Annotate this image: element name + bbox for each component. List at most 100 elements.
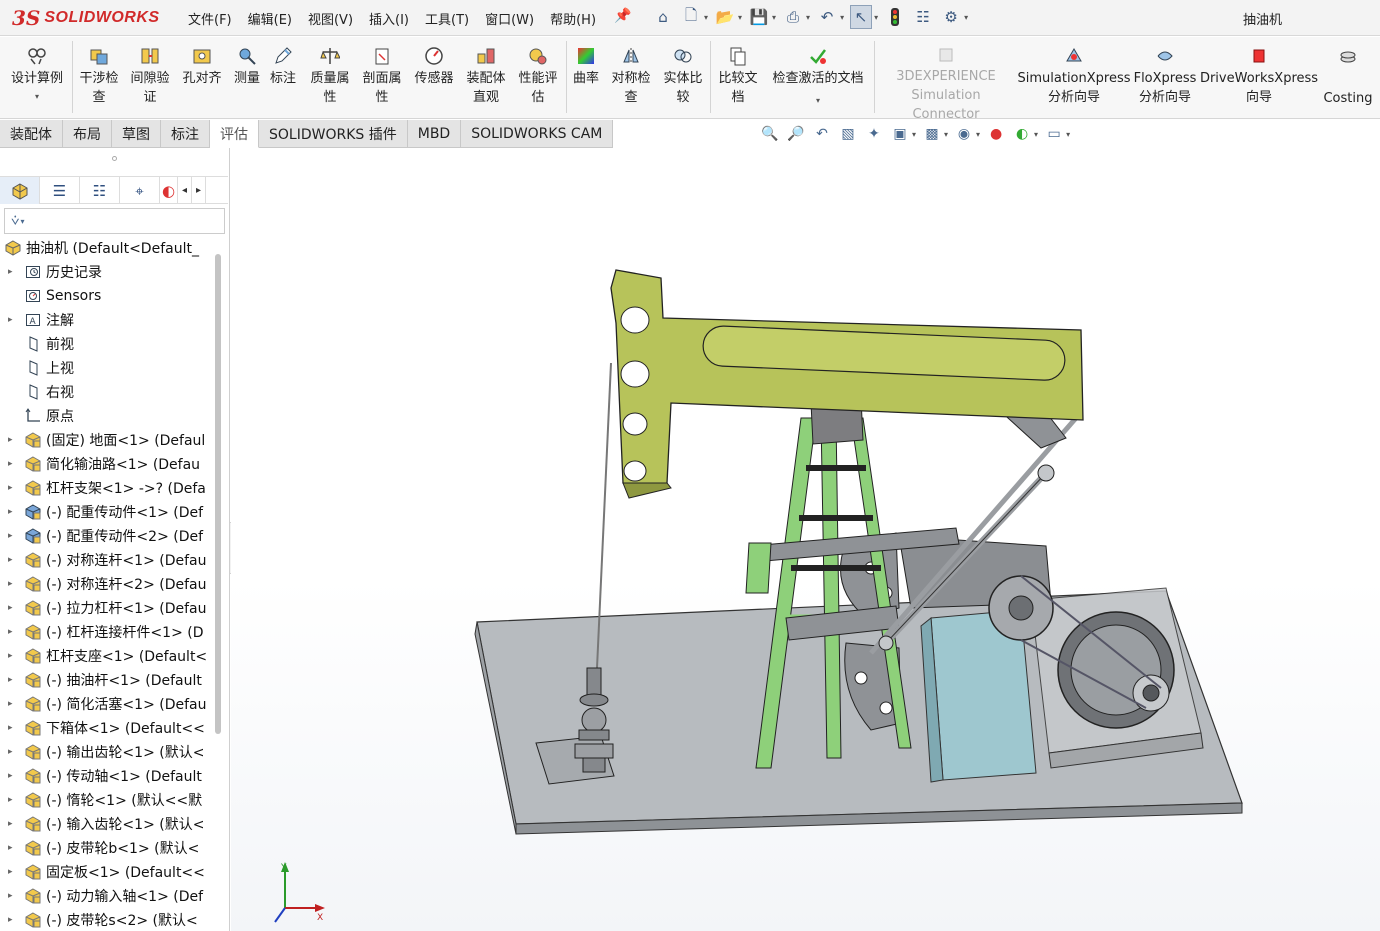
- hole-alignment-button[interactable]: 孔对齐: [178, 37, 226, 117]
- motor-housing-box[interactable]: [1030, 587, 1204, 769]
- expand-arrow-icon[interactable]: ▸: [8, 891, 18, 901]
- expand-arrow-icon[interactable]: ▸: [8, 627, 18, 637]
- tree-item[interactable]: ▸ (-) 对称连杆<1> (Defau: [0, 548, 214, 572]
- tree-item[interactable]: ▸ (-) 皮带轮s<2> (默认<: [0, 908, 214, 931]
- mass-properties-button[interactable]: 质量属 性: [304, 37, 356, 117]
- 3dexperience-simulation-connector-button[interactable]: 3DEXPERIENCE Simulation Connector: [876, 37, 1016, 122]
- menu-file[interactable]: 文件(F): [180, 9, 240, 28]
- tree-item[interactable]: ▸ 历史记录: [0, 260, 214, 284]
- symmetry-check-button[interactable]: 对称检 查: [606, 37, 656, 117]
- menu-edit[interactable]: 编辑(E): [240, 9, 300, 28]
- tabs-scroll-right-icon[interactable]: ▸: [192, 177, 206, 204]
- view-orientation-icon[interactable]: ▣: [890, 124, 910, 144]
- tab-sketch[interactable]: 草图: [112, 120, 161, 148]
- tree-item[interactable]: ▸ (-) 对称连杆<2> (Defau: [0, 572, 214, 596]
- dynamic-annotation-icon[interactable]: ✦: [864, 124, 884, 144]
- tree-item[interactable]: ▸ (-) 输入齿轮<1> (默认<: [0, 812, 214, 836]
- check-active-document-button[interactable]: 检查激活的文档 ▾: [766, 37, 870, 117]
- graphics-viewport[interactable]: Y X: [231, 148, 1380, 931]
- chevron-down-icon[interactable]: ▾: [704, 13, 708, 22]
- tree-item[interactable]: ▸ 杠杆支座<1> (Default<: [0, 644, 214, 668]
- expand-arrow-icon[interactable]: ▸: [8, 315, 18, 325]
- tree-item[interactable]: ▸ 简化输油路<1> (Defau: [0, 452, 214, 476]
- expand-arrow-icon[interactable]: ▸: [8, 651, 18, 661]
- tabs-scroll-left-icon[interactable]: ◂: [178, 177, 192, 204]
- chevron-down-icon[interactable]: ▾: [976, 130, 980, 139]
- configuration-manager-tab-icon[interactable]: ☷: [80, 177, 120, 204]
- performance-evaluation-button[interactable]: 性能评 估: [514, 37, 562, 117]
- expand-arrow-icon[interactable]: ▸: [8, 267, 18, 277]
- expand-arrow-icon[interactable]: ▸: [8, 771, 18, 781]
- expand-arrow-icon[interactable]: ▸: [8, 675, 18, 685]
- expand-arrow-icon[interactable]: ▸: [8, 459, 18, 469]
- tree-item[interactable]: ▸ A 注解: [0, 308, 214, 332]
- undo-icon[interactable]: ↶: [816, 5, 838, 29]
- chevron-down-icon[interactable]: ▾: [1066, 130, 1070, 139]
- tree-item[interactable]: 右视: [0, 380, 214, 404]
- measure-button[interactable]: 测量: [230, 37, 264, 117]
- tree-item[interactable]: Sensors: [0, 284, 214, 308]
- compare-bodies-button[interactable]: 实体比 较: [658, 37, 708, 117]
- tab-mbd[interactable]: MBD: [407, 120, 462, 148]
- expand-arrow-icon[interactable]: ▸: [8, 915, 18, 925]
- chevron-down-icon[interactable]: ▾: [35, 92, 39, 101]
- save-icon[interactable]: 💾: [748, 5, 770, 29]
- new-document-icon[interactable]: 🗋: [680, 5, 702, 29]
- section-view-icon[interactable]: ▧: [838, 124, 858, 144]
- tree-item[interactable]: ▸ (-) 配重传动件<1> (Def: [0, 500, 214, 524]
- chevron-down-icon[interactable]: ▾: [1034, 130, 1038, 139]
- menu-view[interactable]: 视图(V): [300, 9, 361, 28]
- tree-item[interactable]: ▸ 固定板<1> (Default<<: [0, 860, 214, 884]
- tree-item[interactable]: ▸ (-) 杠杆连接杆件<1> (D: [0, 620, 214, 644]
- sensor-button[interactable]: 传感器: [410, 37, 458, 117]
- open-folder-icon[interactable]: 📂: [714, 5, 736, 29]
- markup-button[interactable]: 标注: [266, 37, 300, 117]
- simulationxpress-button[interactable]: SimulationXpress 分析向导: [1018, 37, 1131, 117]
- menu-help[interactable]: 帮助(H): [542, 9, 604, 28]
- walking-beam[interactable]: [610, 269, 1084, 499]
- tree-item[interactable]: ▸ (-) 输出齿轮<1> (默认<: [0, 740, 214, 764]
- dimxpert-manager-tab-icon[interactable]: ⌖: [120, 177, 160, 204]
- expand-arrow-icon[interactable]: ▸: [8, 531, 18, 541]
- file-properties-icon[interactable]: ☷: [912, 5, 934, 29]
- tab-solidworks-cam[interactable]: SOLIDWORKS CAM: [461, 120, 614, 148]
- feature-manager-tab-icon[interactable]: [0, 177, 40, 204]
- tree-item[interactable]: ▸ (-) 简化活塞<1> (Defau: [0, 692, 214, 716]
- expand-arrow-icon[interactable]: ▸: [8, 603, 18, 613]
- tab-layout[interactable]: 布局: [63, 120, 112, 148]
- tree-item[interactable]: ▸ (-) 皮带轮b<1> (默认<: [0, 836, 214, 860]
- property-manager-tab-icon[interactable]: ☰: [40, 177, 80, 204]
- tree-item[interactable]: ▸ (-) 抽油杆<1> (Default: [0, 668, 214, 692]
- tree-item[interactable]: 上视: [0, 356, 214, 380]
- tab-markup[interactable]: 标注: [161, 120, 210, 148]
- expand-arrow-icon[interactable]: ▸: [8, 555, 18, 565]
- chevron-down-icon[interactable]: ▾: [816, 96, 820, 105]
- chevron-down-icon[interactable]: ▾: [964, 13, 968, 22]
- floxpress-button[interactable]: FloXpress 分析向导: [1132, 37, 1198, 117]
- tree-scrollbar[interactable]: [215, 254, 221, 734]
- expand-arrow-icon[interactable]: ▸: [8, 507, 18, 517]
- chevron-down-icon[interactable]: ▾: [21, 217, 25, 226]
- tab-solidworks-addins[interactable]: SOLIDWORKS 插件: [259, 120, 408, 148]
- expand-arrow-icon[interactable]: ▸: [8, 819, 18, 829]
- interference-detection-button[interactable]: 干涉检 查: [76, 37, 122, 117]
- home-icon[interactable]: ⌂: [652, 5, 674, 29]
- expand-arrow-icon[interactable]: ▸: [8, 867, 18, 877]
- zoom-to-fit-icon[interactable]: 🔍: [760, 124, 780, 144]
- previous-view-icon[interactable]: ↶: [812, 124, 832, 144]
- menu-insert[interactable]: 插入(I): [361, 9, 417, 28]
- panel-grip-icon[interactable]: [112, 156, 117, 161]
- clearance-verification-button[interactable]: 间隙验 证: [126, 37, 174, 117]
- tree-item[interactable]: 前视: [0, 332, 214, 356]
- chevron-down-icon[interactable]: ▾: [944, 130, 948, 139]
- tab-evaluate[interactable]: 评估: [210, 120, 259, 148]
- tree-root-assembly[interactable]: 抽油机 (Default<Default_: [0, 236, 214, 260]
- chevron-down-icon[interactable]: ▾: [806, 13, 810, 22]
- driveworksxpress-button[interactable]: DriveWorksXpress 向导: [1200, 37, 1318, 117]
- design-study-button[interactable]: 设计算例 ▾: [6, 37, 68, 117]
- display-manager-tab-icon[interactable]: ◐: [160, 177, 178, 204]
- curvature-button[interactable]: 曲率: [568, 37, 604, 117]
- expand-arrow-icon[interactable]: ▸: [8, 723, 18, 733]
- expand-arrow-icon[interactable]: ▸: [8, 795, 18, 805]
- tree-item[interactable]: ▸ (-) 惰轮<1> (默认<<默: [0, 788, 214, 812]
